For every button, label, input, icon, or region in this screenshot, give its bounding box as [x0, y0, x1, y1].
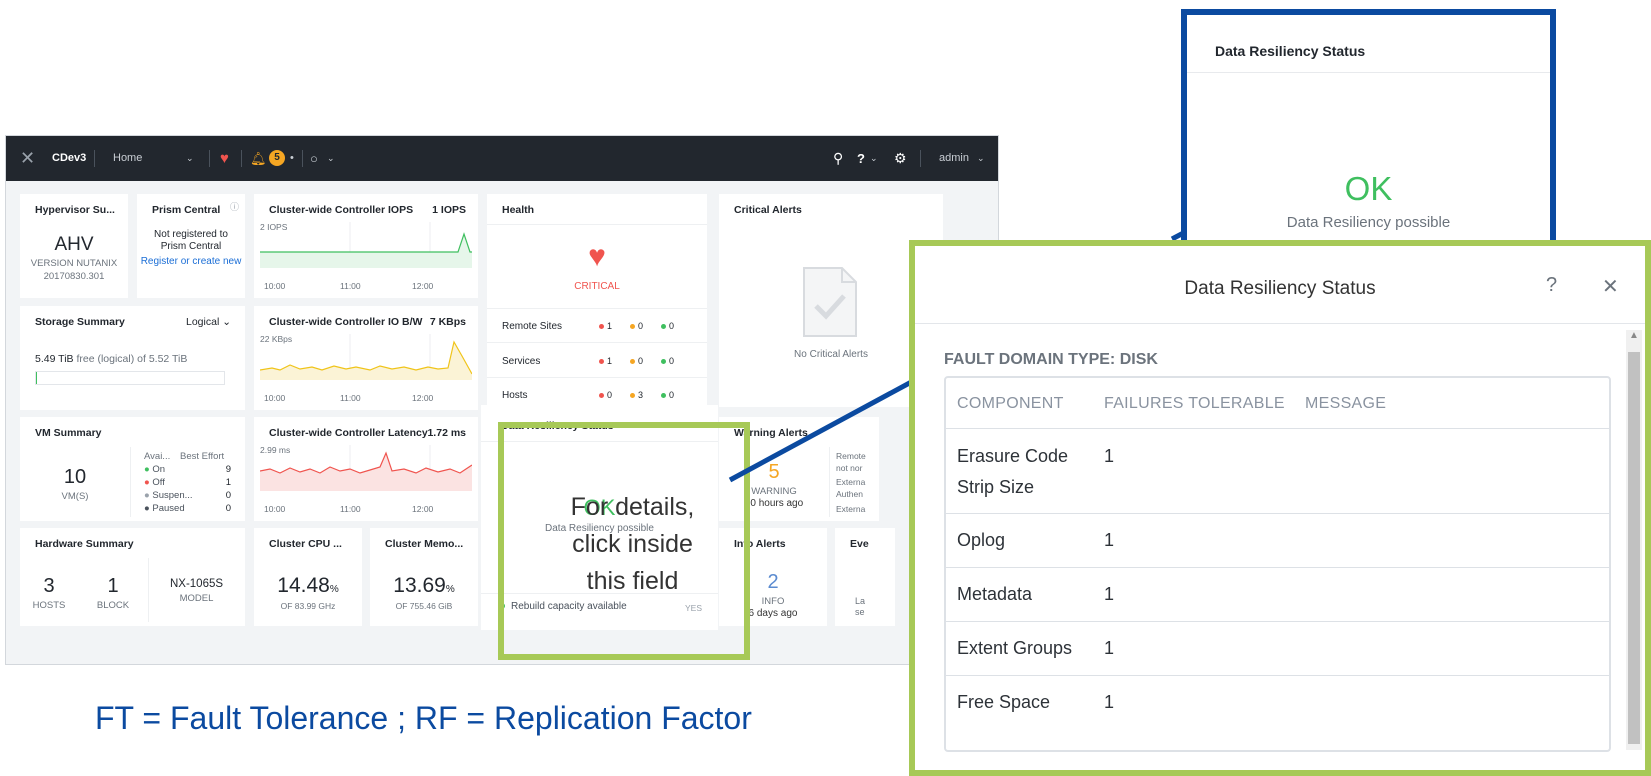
failures-cell: 1: [1104, 638, 1115, 658]
scrollbar[interactable]: ▲: [1626, 330, 1642, 750]
failures-cell: 1: [1104, 446, 1115, 466]
callout-title: Data Resiliency Status: [1215, 43, 1366, 59]
component-cell: Erasure Code Strip Size: [957, 446, 1069, 497]
resiliency-callout: Data Resiliency Status OK Data Resilienc…: [1181, 9, 1556, 259]
failures-cell: 1: [1104, 530, 1115, 550]
callout-status: OK: [1344, 170, 1393, 207]
component-cell: Extent Groups: [957, 638, 1073, 658]
scrollbar-thumb[interactable]: [1628, 352, 1640, 744]
component-cell: Oplog: [957, 530, 1006, 550]
table-row[interactable]: Metadata 1: [946, 567, 1609, 621]
fault-domain-label: FAULT DOMAIN TYPE: DISK: [944, 351, 1158, 368]
column-header[interactable]: FAILURES TOLERABLE: [1104, 395, 1285, 413]
failures-cell: 1: [1104, 692, 1115, 712]
component-cell: Metadata: [957, 584, 1033, 604]
resiliency-detail-dialog: Data Resiliency Status ? ✕ FAULT DOMAIN …: [909, 240, 1651, 776]
table-row[interactable]: Free Space 1: [946, 675, 1609, 729]
column-header[interactable]: COMPONENT: [957, 395, 1064, 413]
slide-caption: FT = Fault Tolerance ; RF = Replication …: [95, 700, 752, 736]
table-row[interactable]: Erasure Code Strip Size 1: [946, 428, 1609, 513]
dialog-title: Data Resiliency Status: [1184, 278, 1376, 299]
slide: ✕ CDev3 Home ⌄ ♥ 🔔︎ 5 • ○ ⌄ ⚲ ? ⌄ ⚙ admi…: [0, 0, 1651, 776]
table-row[interactable]: Oplog 1: [946, 513, 1609, 567]
component-cell: Free Space: [957, 692, 1051, 712]
scroll-up-icon[interactable]: ▲: [1629, 330, 1639, 341]
column-header[interactable]: MESSAGE: [1305, 395, 1386, 413]
callout-sub: Data Resiliency possible: [1286, 214, 1451, 231]
close-icon[interactable]: ✕: [1602, 274, 1619, 299]
failures-cell: 1: [1104, 584, 1115, 604]
table-row[interactable]: Extent Groups 1: [946, 621, 1609, 675]
help-icon[interactable]: ?: [1546, 274, 1557, 297]
resiliency-table: COMPONENT FAILURES TOLERABLE MESSAGE Era…: [944, 376, 1611, 752]
